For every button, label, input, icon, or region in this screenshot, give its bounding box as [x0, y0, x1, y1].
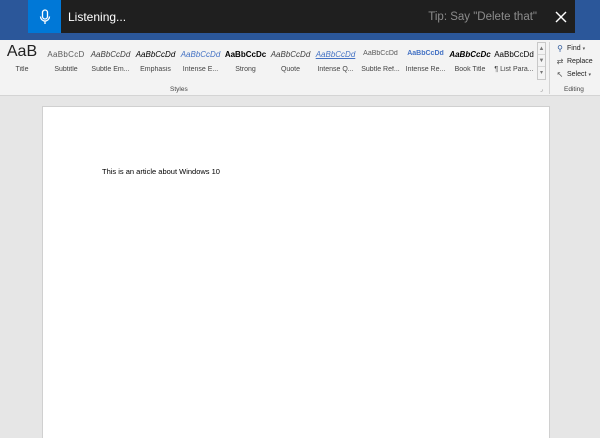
style-sample: AaBbCcDd — [135, 50, 176, 59]
style-name: Subtitle — [54, 66, 78, 73]
style-name: Subtle Em... — [91, 66, 130, 73]
style-name: ¶ List Para... — [494, 66, 534, 73]
document-text[interactable]: This is an article about Windows 10 — [102, 167, 220, 176]
style-intense-emphasis[interactable]: AaBbCcDd Intense E... — [178, 40, 223, 84]
select-button[interactable]: ↖ Select ▾ — [555, 68, 600, 81]
search-icon: ⚲ — [557, 44, 563, 53]
dialog-launcher-icon[interactable]: ⌟ — [540, 86, 543, 93]
style-subtitle[interactable]: AaBbCcD Subtitle — [44, 40, 88, 84]
find-button[interactable]: ⚲ Find ▾ — [555, 42, 600, 55]
styles-gallery: AaB Title AaBbCcD Subtitle AaBbCcDd Subt… — [0, 40, 536, 84]
replace-label: Replace — [567, 58, 593, 65]
ribbon: AaB Title AaBbCcD Subtitle AaBbCcDd Subt… — [0, 40, 600, 96]
style-name: Title — [15, 66, 29, 73]
style-book-title[interactable]: AaBbCcDc Book Title — [448, 40, 492, 84]
style-subtle-emphasis[interactable]: AaBbCcDd Subtle Em... — [88, 40, 133, 84]
style-name: Emphasis — [140, 66, 171, 73]
style-name: Intense Q... — [317, 66, 354, 73]
style-name: Intense E... — [182, 66, 219, 73]
style-sample: AaB — [6, 43, 38, 60]
close-icon — [555, 11, 567, 22]
editing-group-label: Editing — [564, 86, 584, 93]
microphone-button[interactable] — [28, 0, 61, 33]
style-list-paragraph[interactable]: AaBbCcDd ¶ List Para... — [492, 40, 536, 84]
style-title[interactable]: AaB Title — [0, 40, 44, 84]
style-sample: AaBbCcDd — [494, 50, 534, 59]
more-styles-icon[interactable]: ▾ — [538, 67, 545, 79]
style-sample: AaBbCcD — [47, 50, 85, 59]
dictation-toolbar: Listening... Tip: Say "Delete that" — [28, 0, 575, 33]
style-sample: AaBbCcDd — [315, 50, 356, 59]
style-name: Strong — [235, 66, 256, 73]
dictation-status: Listening... — [68, 9, 127, 24]
dictation-tip: Tip: Say "Delete that" — [428, 10, 537, 23]
cursor-icon: ↖ — [556, 70, 564, 79]
style-sample: AaBbCcDc — [449, 50, 491, 59]
scroll-up-icon[interactable]: ▲ — [538, 43, 545, 55]
style-sample: AaBbCcDd — [407, 50, 444, 57]
document-page[interactable]: This is an article about Windows 10 — [42, 106, 550, 438]
style-intense-reference[interactable]: AaBbCcDd Intense Re... — [403, 40, 448, 84]
chevron-down-icon: ▾ — [582, 45, 586, 52]
styles-group-label: Styles — [170, 86, 188, 93]
group-divider — [549, 42, 550, 94]
style-name: Intense Re... — [405, 66, 446, 73]
style-name: Subtle Ref... — [361, 66, 400, 73]
scroll-down-icon[interactable]: ▼ — [538, 55, 545, 67]
style-sample: AaBbCcDd — [180, 50, 221, 59]
style-sample: AaBbCcDd — [363, 50, 398, 57]
style-quote[interactable]: AaBbCcDd Quote — [268, 40, 313, 84]
microphone-icon — [39, 8, 50, 24]
style-sample: AaBbCcDc — [224, 50, 267, 59]
select-label: Select — [567, 71, 587, 78]
style-name: Quote — [280, 66, 301, 73]
editing-group: ⚲ Find ▾ ⇄ Replace ↖ Select ▾ — [555, 42, 600, 81]
style-sample: AaBbCcDd — [90, 50, 131, 59]
style-sample: AaBbCcDd — [270, 50, 311, 59]
style-emphasis[interactable]: AaBbCcDd Emphasis — [133, 40, 178, 84]
close-dictation-button[interactable] — [547, 0, 575, 33]
styles-gallery-scroll: ▲ ▼ ▾ — [537, 42, 546, 80]
find-label: Find — [567, 45, 581, 52]
style-intense-quote[interactable]: AaBbCcDd Intense Q... — [313, 40, 358, 84]
replace-icon: ⇄ — [556, 57, 564, 66]
style-strong[interactable]: AaBbCcDc Strong — [223, 40, 268, 84]
style-name: Book Title — [454, 66, 486, 73]
style-subtle-reference[interactable]: AaBbCcDd Subtle Ref... — [358, 40, 403, 84]
replace-button[interactable]: ⇄ Replace — [555, 55, 600, 68]
chevron-down-icon: ▾ — [588, 71, 591, 78]
